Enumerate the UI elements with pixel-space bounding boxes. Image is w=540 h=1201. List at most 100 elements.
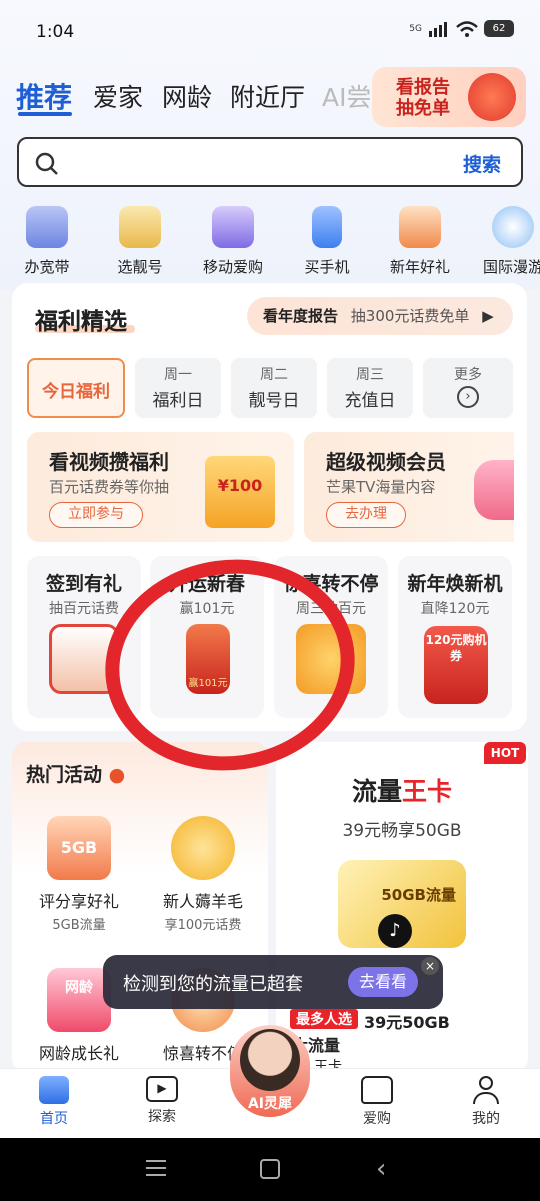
hot-item-title: 新人薅羊毛 (162, 892, 243, 911)
tab-netage[interactable]: 网龄 (162, 78, 212, 114)
pill-text: 抽300元话费免单 (350, 307, 470, 325)
welfare-title-overlay: 福利精选 (35, 309, 127, 335)
quick-broadband[interactable]: 办宽带 (12, 206, 82, 277)
nav-ai-lingxi[interactable]: AI灵犀 (230, 1025, 310, 1117)
wifi-icon (456, 20, 478, 37)
nav-mine[interactable]: 我的 (456, 1076, 516, 1128)
promo-video-welfare[interactable]: 看视频攒福利 百元话费券等你抽 立即参与 ¥100 (27, 432, 294, 542)
flow-title: 流量王卡 (276, 772, 528, 808)
join-now-button[interactable]: 立即参与 (49, 502, 143, 528)
quick-label: 选靓号 (117, 258, 163, 276)
toast-text: 检测到您的流量已超套 (123, 974, 303, 995)
phone-icon (312, 206, 342, 248)
quick-roaming[interactable]: 国际漫游 (478, 206, 540, 277)
quick-label: 买手机 (304, 258, 350, 276)
tab-recommend[interactable]: 推荐 (16, 76, 72, 116)
signal-icon (429, 21, 447, 37)
network-label: 5G (409, 23, 422, 34)
quick-phone[interactable]: 买手机 (292, 206, 362, 277)
day-tab-today[interactable]: 今日福利 (27, 358, 125, 418)
flow-title-black: 流量 (351, 777, 402, 806)
day-tab-top: 周三 (356, 367, 384, 383)
hot-item-newcomer[interactable]: 新人薅羊毛 享100元话费 (148, 816, 258, 933)
data-overage-toast[interactable]: 检测到您的流量已超套 去看看 × (103, 955, 443, 1009)
day-tab-wednesday[interactable]: 周三 充值日 (327, 358, 413, 418)
flow-sub: 39元畅享50GB (342, 821, 462, 841)
tiktok-icon: ♪ (378, 914, 412, 948)
hot-item-title: 评分享好礼 (38, 892, 119, 911)
nav-label: 探索 (148, 1109, 176, 1125)
battery-icon: 62 (484, 20, 514, 37)
apply-button[interactable]: 去办理 (326, 502, 406, 528)
hot-title: 热门活动 ● (26, 760, 125, 787)
promo-sub: 百元话费券等你抽 (49, 478, 170, 496)
quick-aigou[interactable]: 移动爱购 (198, 206, 268, 277)
nav-label: 爱购 (363, 1111, 391, 1127)
quick-label: 办宽带 (24, 258, 70, 276)
search-icon (35, 152, 58, 175)
day-tab-label: 今日福利 (42, 382, 110, 402)
promo-sub: 芒果TV海量内容 (326, 478, 436, 496)
quick-label: 国际漫游 (482, 258, 540, 276)
coupon-box-image: ¥100 (205, 456, 275, 528)
report-banner[interactable]: 看报告 抽免单 (372, 67, 526, 127)
home-button-icon[interactable] (260, 1159, 280, 1179)
day-tab-tuesday[interactable]: 周二 靓号日 (231, 358, 317, 418)
annual-report-pill[interactable]: 看年度报告 抽300元话费免单 ▶ (247, 297, 513, 335)
golden-sheep-icon (171, 816, 235, 880)
day-tab-top: 周二 (260, 367, 288, 383)
hot-item-title: 网龄成长礼 (38, 1044, 119, 1063)
nav-home[interactable]: 首页 (24, 1076, 84, 1128)
home-icon (39, 1076, 69, 1104)
nav-explore[interactable]: ▶ 探索 (132, 1076, 192, 1126)
close-icon[interactable]: × (421, 957, 439, 975)
day-tab-label: 靓号日 (248, 391, 300, 411)
promo-title: 看视频攒福利 (49, 450, 169, 474)
search-button[interactable]: 搜索 (463, 150, 501, 177)
search-input[interactable] (69, 147, 449, 177)
netage-gift-icon: 网龄 (47, 968, 111, 1032)
phone-coupon-icon: 120元购机券 (424, 626, 488, 704)
view-button[interactable]: 去看看 (348, 967, 418, 997)
tab-nearby-hall[interactable]: 附近厅 (230, 78, 305, 114)
nav-label: 我的 (472, 1111, 500, 1127)
ai-cart-icon (212, 206, 254, 248)
tab-ai[interactable]: AI尝 (322, 78, 371, 114)
mini-title: 新年焕新机 (407, 573, 503, 595)
menu-icon[interactable] (146, 1160, 166, 1176)
user-icon (472, 1076, 500, 1104)
promo-title: 超级视频会员 (326, 450, 446, 474)
day-tab-top: 周一 (164, 367, 192, 383)
system-nav-bar: ‹ (0, 1138, 540, 1201)
hot-title-text: 热门活动 (26, 764, 103, 786)
gift-2025-icon (399, 206, 441, 248)
arrow-right-circle-icon: › (457, 386, 479, 408)
hot-item-sub: 享100元话费 (164, 918, 242, 933)
5gb-badge-icon: 5GB (47, 816, 111, 880)
gift-image (474, 460, 514, 520)
day-tab-more[interactable]: 更多 › (423, 358, 513, 418)
quick-number[interactable]: 选靓号 (105, 206, 175, 277)
tab-active-indicator (18, 112, 72, 116)
nav-aigou[interactable]: 爱购 (347, 1076, 407, 1128)
day-tab-top: 更多 (454, 367, 482, 383)
play-arrow-icon: ▶ (482, 307, 494, 325)
hot-item-rating[interactable]: 5GB 评分享好礼 5GB流量 (24, 816, 134, 933)
router-icon (26, 206, 68, 248)
mini-new-phone[interactable]: 新年焕新机 直降120元 120元购机券 (398, 556, 512, 718)
day-tab-label: 充值日 (344, 391, 396, 411)
play-icon: ▶ (146, 1076, 178, 1102)
back-icon[interactable]: ‹ (376, 1154, 386, 1184)
pill-bold: 看年度报告 (263, 307, 339, 325)
nav-label: 首页 (40, 1111, 68, 1127)
sim-card-icon (119, 206, 161, 248)
flame-icon: ● (108, 764, 126, 786)
day-tab-monday[interactable]: 周一 福利日 (135, 358, 221, 418)
ai-avatar-icon (240, 1029, 300, 1091)
popular-tag: 最多人选 (290, 1009, 358, 1029)
store-icon (361, 1076, 393, 1104)
promo-video-vip[interactable]: 超级视频会员 芒果TV海量内容 去办理 (304, 432, 514, 542)
search-bar[interactable]: 搜索 (17, 137, 523, 187)
quick-newyear[interactable]: 新年好礼 (385, 206, 455, 277)
tab-family[interactable]: 爱家 (93, 78, 143, 114)
